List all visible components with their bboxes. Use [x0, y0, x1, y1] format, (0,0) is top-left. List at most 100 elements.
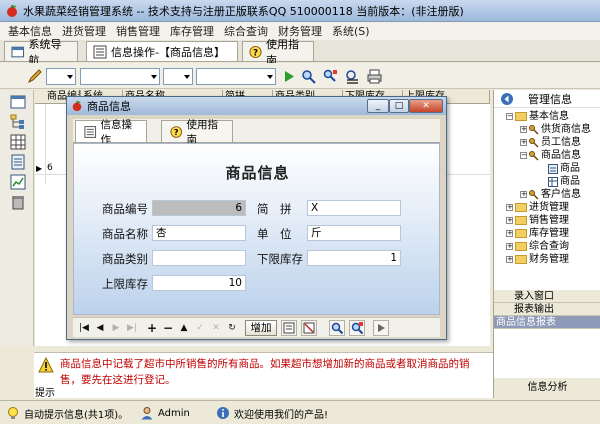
- delete-record-button[interactable]: [301, 320, 317, 336]
- unit-input[interactable]: 斤: [307, 225, 401, 241]
- tab-info-operation-label: 信息操作-【商品信息】: [111, 45, 225, 59]
- status-user: Admin: [140, 405, 190, 421]
- warning-icon: [38, 357, 54, 373]
- search-record-button[interactable]: [329, 320, 345, 336]
- tree-node-supplier[interactable]: + 供货商信息: [520, 123, 591, 136]
- svg-text:?: ?: [174, 128, 179, 137]
- toolbar-combo-3[interactable]: [163, 68, 193, 85]
- nav-cancel-button[interactable]: ✕: [209, 321, 223, 335]
- nav-next-button[interactable]: ▶: [109, 321, 123, 335]
- dialog-tab-user-guide[interactable]: ? 使用指南: [161, 119, 233, 146]
- max-stock-input[interactable]: 10: [152, 275, 246, 291]
- status-welcome: 欢迎使用我们的产品!: [216, 405, 328, 421]
- dialog-tab-info-operation[interactable]: 信息操作: [75, 119, 147, 146]
- tree-node-purchase[interactable]: + 进货管理: [506, 201, 569, 214]
- tab-info-operation[interactable]: 信息操作-【商品信息】: [86, 41, 238, 61]
- tree-node-inventory[interactable]: + 库存管理: [506, 227, 569, 240]
- nav-post-button[interactable]: ✓: [193, 321, 207, 335]
- window-title: 水果蔬菜经销管理系统 -- 技术支持与注册正版联系QQ 510000118 当前…: [23, 4, 464, 18]
- key-icon: [529, 124, 539, 135]
- tree-node-finance[interactable]: + 财务管理: [506, 253, 569, 266]
- tree-node-query[interactable]: + 综合查询: [506, 240, 569, 253]
- add-button[interactable]: 增加: [245, 320, 277, 336]
- toolbar-combo-2[interactable]: [80, 68, 160, 85]
- search-icon: [331, 322, 344, 335]
- left-tool-column: [0, 90, 34, 346]
- grid-icon: [548, 176, 558, 187]
- category-input[interactable]: [152, 250, 246, 266]
- link-goods-report[interactable]: 商品信息报表: [494, 316, 600, 329]
- bulb-icon: [8, 407, 18, 419]
- status-auto-hint[interactable]: 自动提示信息(共1项)。: [6, 405, 128, 421]
- tab-system-nav[interactable]: 系统导航: [4, 38, 78, 67]
- tree-node-goods-child-2[interactable]: 商品: [548, 175, 580, 188]
- delete-doc-icon: [303, 322, 315, 334]
- menu-system[interactable]: 系统(S): [332, 23, 370, 39]
- print-preview-button[interactable]: [281, 320, 297, 336]
- exit-record-button[interactable]: [373, 320, 389, 336]
- window-titlebar: 水果蔬菜经销管理系统 -- 技术支持与注册正版联系QQ 510000118 当前…: [0, 0, 600, 22]
- nav-last-button[interactable]: ▶|: [125, 321, 139, 335]
- main-tab-bar: 系统导航 信息操作-【商品信息】 ? 使用指南: [0, 38, 600, 67]
- tree-icon[interactable]: [10, 114, 26, 130]
- category-label: 商品类别: [102, 252, 148, 266]
- search-advanced-icon: [351, 322, 364, 335]
- nav-edit-button[interactable]: ▲: [177, 321, 191, 335]
- info-analysis-button[interactable]: 信息分析: [494, 378, 600, 398]
- management-panel-header: 管理信息: [494, 90, 600, 108]
- min-stock-input[interactable]: 1: [307, 250, 401, 266]
- menu-inventory[interactable]: 库存管理: [170, 23, 214, 39]
- grid-icon[interactable]: [10, 134, 26, 150]
- search-advanced-icon[interactable]: [322, 68, 339, 85]
- nav-first-button[interactable]: |◀: [77, 321, 91, 335]
- nav-prev-button[interactable]: ◀: [93, 321, 107, 335]
- nav-refresh-button[interactable]: ↻: [225, 321, 239, 335]
- document-icon[interactable]: [10, 154, 26, 170]
- chart-icon[interactable]: [10, 174, 26, 190]
- close-button[interactable]: ✕: [409, 99, 443, 113]
- code-input[interactable]: 6: [152, 200, 246, 216]
- hint-text: 商品信息中记载了超市中所销售的所有商品。如果超市想增加新的商品或者取消商品的销售…: [60, 358, 470, 386]
- svg-text:?: ?: [253, 47, 258, 57]
- nav-tree: − 基本信息 + 供货商信息 + 员工信息 − 商品信息 商品 商品 + 客户信息 + 进货…: [494, 108, 600, 288]
- nav-insert-button[interactable]: +: [145, 321, 159, 335]
- goods-info-dialog: 商品信息 _ □ ✕ 信息操作 ? 使用指南 商品信息 商品编号 6 简 拼 X…: [66, 96, 447, 340]
- play-icon[interactable]: [280, 68, 297, 85]
- form-icon: [93, 45, 107, 58]
- tree-node-customer[interactable]: + 客户信息: [520, 188, 581, 201]
- tab-user-guide[interactable]: ? 使用指南: [242, 38, 314, 67]
- print-icon[interactable]: [366, 68, 383, 85]
- status-bar: 自动提示信息(共1项)。 Admin 欢迎使用我们的产品!: [0, 400, 600, 424]
- name-input[interactable]: 杏: [152, 225, 246, 241]
- link-entry-window[interactable]: 录入窗口: [494, 290, 600, 303]
- tree-node-goods[interactable]: − 商品信息: [520, 149, 581, 162]
- toolbar-combo-1[interactable]: [46, 68, 76, 85]
- tree-node-staff[interactable]: + 员工信息: [520, 136, 581, 149]
- code-label: 商品编号: [102, 202, 148, 216]
- search-icon[interactable]: [300, 68, 317, 85]
- minimize-button[interactable]: _: [367, 99, 389, 113]
- filter-icon[interactable]: [344, 68, 361, 85]
- print-icon: [283, 322, 295, 334]
- dialog-tab-info-operation-label: 信息操作: [100, 118, 133, 146]
- maximize-button[interactable]: □: [389, 99, 409, 113]
- tree-node-sales[interactable]: + 销售管理: [506, 214, 569, 227]
- menu-sales[interactable]: 销售管理: [116, 23, 160, 39]
- tree-node-goods-child-1[interactable]: 商品: [548, 162, 580, 175]
- dialog-titlebar[interactable]: 商品信息 _ □ ✕: [67, 97, 446, 115]
- nav-delete-button[interactable]: −: [161, 321, 175, 335]
- query-record-button[interactable]: [349, 320, 365, 336]
- tree-node-basic[interactable]: − 基本信息: [506, 110, 569, 123]
- info-icon: [217, 407, 229, 419]
- window-icon[interactable]: [10, 94, 26, 110]
- link-report-output[interactable]: 报表输出: [494, 303, 600, 316]
- management-panel: 管理信息 − 基本信息 + 供货商信息 + 员工信息 − 商品信息 商品 商品 + 客户信…: [493, 90, 600, 398]
- name-label: 商品名称: [102, 227, 148, 241]
- toolbar: [0, 63, 600, 89]
- pinyin-input[interactable]: X: [307, 200, 401, 216]
- toolbar-combo-4[interactable]: [196, 68, 276, 85]
- trash-icon[interactable]: [10, 194, 26, 210]
- pencil-icon[interactable]: [26, 68, 43, 85]
- back-circle-icon[interactable]: [500, 92, 514, 106]
- menu-query[interactable]: 综合查询: [224, 23, 268, 39]
